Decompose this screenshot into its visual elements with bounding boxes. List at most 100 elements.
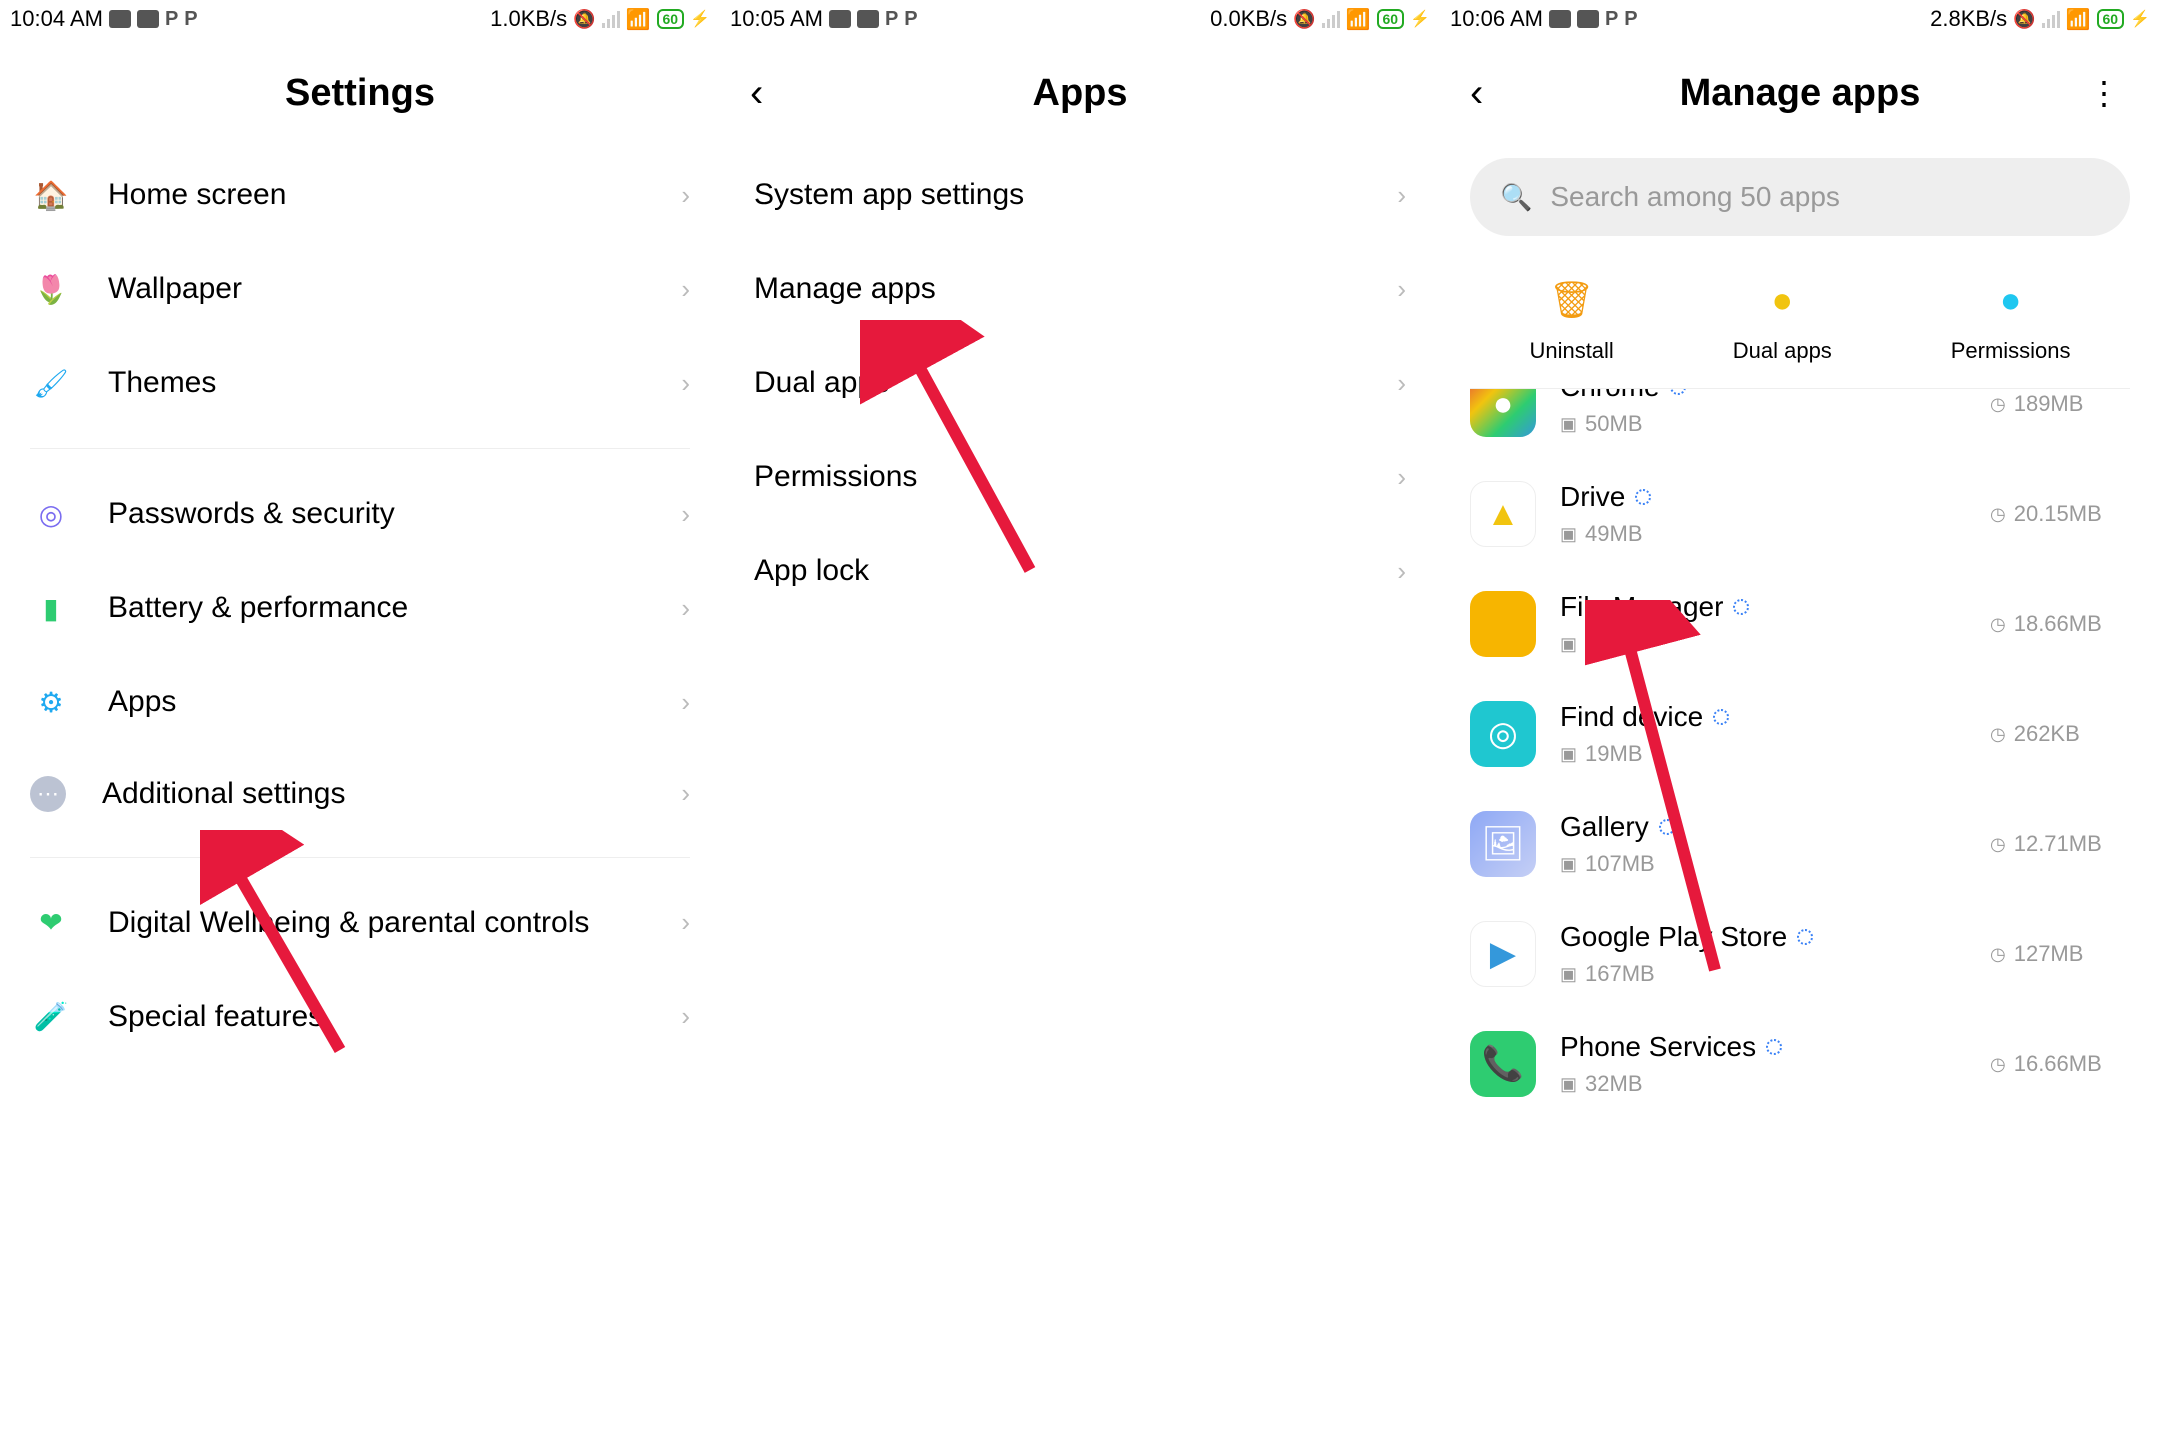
youtube-icon: [857, 10, 879, 28]
app-row-play-store[interactable]: ▶ Google Play Store ▣167MB ◷127MB: [1440, 899, 2160, 1009]
divider: [30, 448, 690, 449]
apps-item-app-lock[interactable]: App lock ›: [720, 524, 1440, 618]
play-store-icon: ▶: [1470, 921, 1536, 987]
battery-performance-icon: ▮: [30, 587, 72, 629]
wifi-icon: 📶: [626, 7, 651, 32]
chip-icon: ▣: [1560, 854, 1577, 875]
action-label: Dual apps: [1733, 338, 1832, 364]
header: ‹ Apps: [720, 38, 1440, 148]
apps-item-permissions[interactable]: Permissions ›: [720, 430, 1440, 524]
settings-item-themes[interactable]: 🖌 Themes ›: [0, 336, 720, 430]
item-label: Battery & performance: [108, 589, 645, 627]
settings-item-wellbeing[interactable]: ❤ Digital Wellbeing & parental controls …: [0, 876, 720, 970]
chevron-right-icon: ›: [681, 687, 690, 718]
clock-icon: ◷: [1990, 944, 2006, 965]
chip-icon: ▣: [1560, 524, 1577, 545]
app-storage: ▣107MB: [1560, 851, 1966, 877]
more-options-icon[interactable]: ⋮: [2088, 74, 2120, 112]
item-label: Additional settings: [102, 775, 645, 813]
app-row-gallery[interactable]: 🖼 Gallery ▣107MB ◷12.71MB: [1440, 789, 2160, 899]
status-time: 10:05 AM: [730, 6, 823, 32]
find-device-icon: ◎: [1470, 701, 1536, 767]
youtube-icon: [1549, 10, 1571, 28]
chevron-right-icon: ›: [681, 274, 690, 305]
header: ‹ Manage apps ⋮: [1440, 38, 2160, 148]
apps-item-system-app-settings[interactable]: System app settings ›: [720, 148, 1440, 242]
action-label: Permissions: [1951, 338, 2071, 364]
settings-item-home-screen[interactable]: 🏠 Home screen ›: [0, 148, 720, 242]
youtube-icon: [137, 10, 159, 28]
app-data: ◷262KB: [1990, 721, 2130, 747]
page-title: Settings: [285, 72, 435, 115]
app-name: Phone Services: [1560, 1031, 1966, 1063]
search-icon: 🔍: [1500, 182, 1532, 213]
action-dual-apps[interactable]: ● Dual apps: [1733, 276, 1832, 364]
chevron-right-icon: ›: [1397, 274, 1406, 305]
apps-list[interactable]: ● Chrome ▣50MB ◷189MB ▲ Drive ▣49MB ◷20.…: [1440, 389, 2160, 1119]
action-permissions[interactable]: ● Permissions: [1951, 276, 2071, 364]
item-label: Special features: [108, 998, 645, 1036]
clock-icon: ◷: [1990, 724, 2006, 745]
divider: [30, 857, 690, 858]
clock-icon: ◷: [1990, 504, 2006, 525]
app-data: ◷16.66MB: [1990, 1051, 2130, 1077]
app-data: ◷189MB: [1990, 391, 2130, 417]
chevron-right-icon: ›: [681, 368, 690, 399]
app-name: Drive: [1560, 481, 1966, 513]
settings-group-1: 🏠 Home screen › 🌷 Wallpaper › 🖌 Themes ›: [0, 148, 720, 430]
settings-item-special[interactable]: 🧪 Special features ›: [0, 970, 720, 1064]
manage-apps-screen: 10:06 AM P P 2.8KB/s 🔕 📶 60 ⚡ ‹ Manage a…: [1440, 0, 2160, 1440]
drive-icon: ▲: [1470, 481, 1536, 547]
mute-icon: 🔕: [2013, 9, 2035, 30]
settings-screen: 10:04 AM P P 1.0KB/s 🔕 📶 60 ⚡ Settings 🏠…: [0, 0, 720, 1440]
settings-item-passwords-security[interactable]: ◎ Passwords & security ›: [0, 467, 720, 561]
app-row-file-manager[interactable]: File Manager ▣79MB ◷18.66MB: [1440, 569, 2160, 679]
app-storage: ▣50MB: [1560, 411, 1966, 437]
loading-icon: [1635, 489, 1651, 505]
battery-icon: 60: [657, 9, 685, 29]
trash-icon: 🗑: [1548, 276, 1596, 324]
status-speed: 2.8KB/s: [1930, 6, 2007, 32]
clock-icon: ◷: [1990, 834, 2006, 855]
chevron-right-icon: ›: [681, 907, 690, 938]
status-time: 10:06 AM: [1450, 6, 1543, 32]
app-row-phone-services[interactable]: 📞 Phone Services ▣32MB ◷16.66MB: [1440, 1009, 2160, 1119]
apps-icon: ⚙: [30, 681, 72, 723]
apps-item-manage-apps[interactable]: Manage apps ›: [720, 242, 1440, 336]
item-label: Apps: [108, 683, 645, 721]
item-label: App lock: [754, 554, 1397, 588]
search-input[interactable]: 🔍 Search among 50 apps: [1470, 158, 2130, 236]
app-row-drive[interactable]: ▲ Drive ▣49MB ◷20.15MB: [1440, 459, 2160, 569]
loading-icon: [1713, 709, 1729, 725]
chevron-right-icon: ›: [1397, 368, 1406, 399]
fingerprint-icon: ◎: [30, 493, 72, 535]
settings-item-apps[interactable]: ⚙ Apps ›: [0, 655, 720, 749]
item-label: Permissions: [754, 460, 1397, 494]
chevron-right-icon: ›: [1397, 180, 1406, 211]
app-p-icon: P: [1624, 8, 1637, 31]
chip-icon: ▣: [1560, 964, 1577, 985]
app-row-find-device[interactable]: ◎ Find device ▣19MB ◷262KB: [1440, 679, 2160, 789]
app-storage: ▣32MB: [1560, 1071, 1966, 1097]
status-bar: 10:05 AM P P 0.0KB/s 🔕 📶 60 ⚡: [720, 0, 1440, 38]
back-button[interactable]: ‹: [750, 71, 763, 116]
back-button[interactable]: ‹: [1470, 71, 1483, 116]
settings-item-additional[interactable]: ⋯ Additional settings ›: [0, 749, 720, 839]
loading-icon: [1766, 1039, 1782, 1055]
item-label: Digital Wellbeing & parental controls: [108, 904, 645, 942]
settings-group-2: ◎ Passwords & security › ▮ Battery & per…: [0, 467, 720, 839]
wallpaper-icon: 🌷: [30, 268, 72, 310]
action-uninstall[interactable]: 🗑 Uninstall: [1529, 276, 1613, 364]
item-label: Themes: [108, 364, 645, 402]
app-row-chrome[interactable]: ● Chrome ▣50MB ◷189MB: [1440, 389, 2160, 459]
settings-item-wallpaper[interactable]: 🌷 Wallpaper ›: [0, 242, 720, 336]
signal-icon: [1322, 11, 1340, 28]
app-name: File Manager: [1560, 591, 1966, 623]
apps-item-dual-apps[interactable]: Dual apps ›: [720, 336, 1440, 430]
clock-icon: ◷: [1990, 394, 2006, 415]
app-p-icon: P: [885, 8, 898, 31]
item-label: Wallpaper: [108, 270, 645, 308]
loading-icon: [1733, 599, 1749, 615]
chevron-right-icon: ›: [1397, 462, 1406, 493]
settings-item-battery[interactable]: ▮ Battery & performance ›: [0, 561, 720, 655]
